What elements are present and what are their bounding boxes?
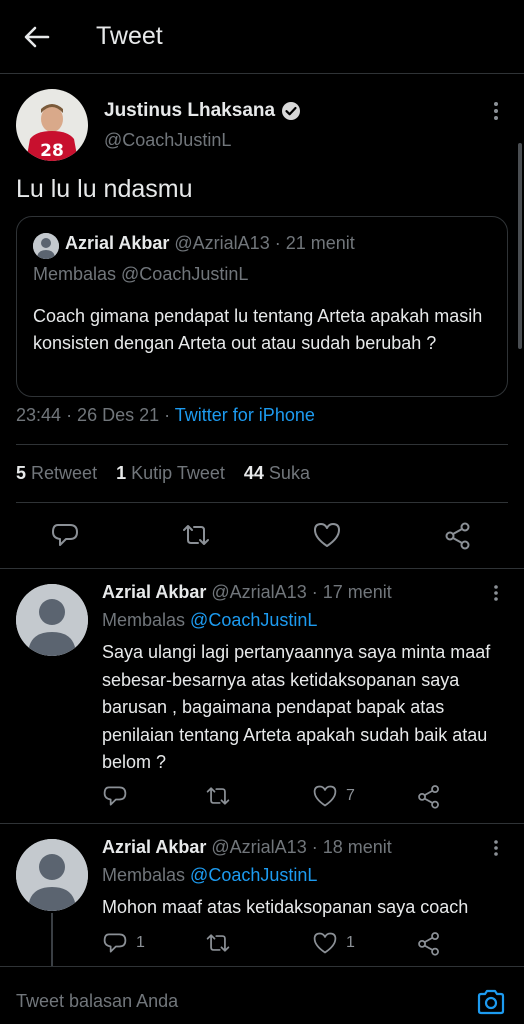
reply-count: 1	[136, 934, 145, 951]
reply-author-name: Azrial Akbar	[102, 582, 207, 602]
tweet-actions	[0, 520, 524, 554]
reply-to-link[interactable]: @CoachJustinL	[190, 865, 317, 885]
retweet-icon[interactable]	[181, 520, 211, 550]
scrollbar[interactable]	[518, 143, 522, 349]
share-icon[interactable]	[443, 520, 473, 550]
divider	[16, 444, 508, 445]
quoted-avatar	[33, 233, 59, 259]
author-name: Justinus Lhaksana	[104, 100, 276, 121]
quoted-author-name: Azrial Akbar	[65, 233, 170, 253]
retweet-icon[interactable]	[205, 930, 239, 956]
jersey-number: 28	[40, 141, 64, 161]
reply-time: · 17 menit	[311, 582, 392, 602]
more-options-icon[interactable]	[488, 100, 504, 122]
quoted-time: · 21 menit	[274, 233, 355, 253]
quoted-reply-to: Membalas @CoachJustinL	[33, 264, 249, 284]
author-avatar[interactable]: 28	[16, 89, 88, 161]
reply-to-line: Membalas @CoachJustinL	[102, 865, 318, 885]
thread-line	[51, 913, 53, 966]
quoted-tweet[interactable]: Azrial Akbar @AzrialA13 · 21 menit Memba…	[16, 216, 508, 397]
like-count: 7	[346, 787, 355, 804]
likes-stat[interactable]: 44 Suka	[244, 463, 310, 483]
retweet-icon[interactable]	[205, 783, 239, 809]
reply-author-handle: @AzrialA13	[211, 582, 307, 602]
share-icon[interactable]	[416, 783, 442, 809]
reply-actions: 1 1	[102, 930, 462, 956]
reply-composer: Tweet balasan Anda	[0, 966, 524, 1024]
top-bar: Tweet	[0, 0, 524, 74]
reply-to-line: Membalas @CoachJustinL	[102, 610, 318, 630]
reply-icon[interactable]	[50, 520, 80, 550]
tweet-source-link[interactable]: Twitter for iPhone	[175, 405, 315, 425]
reply-avatar[interactable]	[16, 839, 88, 911]
back-arrow-icon[interactable]	[22, 22, 52, 52]
author-handle[interactable]: @CoachJustinL	[104, 130, 231, 151]
more-options-icon[interactable]	[488, 584, 504, 604]
reply-tweet[interactable]: Azrial Akbar @AzrialA13 · 17 menit Memba…	[0, 568, 524, 824]
tweet-time: 23:44	[16, 405, 62, 425]
tweet-date: · 26 Des 21 ·	[66, 405, 171, 425]
reply-time: · 18 menit	[311, 837, 392, 857]
reply-text: Mohon maaf atas ketidaksopanan saya coac…	[102, 897, 469, 917]
reply-icon[interactable]	[102, 783, 136, 809]
divider	[16, 502, 508, 503]
reply-avatar[interactable]	[16, 584, 88, 656]
page-title: Tweet	[96, 22, 163, 50]
reply-actions: 7	[102, 783, 462, 809]
tweet-timestamp: 23:44 · 26 Des 21 · Twitter for iPhone	[16, 405, 315, 426]
camera-icon[interactable]	[476, 987, 506, 1017]
reply-author-handle: @AzrialA13	[211, 837, 307, 857]
tweet-text: Lu lu lu ndasmu	[16, 175, 193, 203]
more-options-icon[interactable]	[488, 839, 504, 859]
quoted-author-handle: @AzrialA13	[174, 233, 270, 253]
quoted-text: Coach gimana pendapat lu tentang Arteta …	[33, 306, 483, 353]
tweet-stats: 5 Retweet 1 Kutip Tweet 44 Suka	[16, 463, 310, 484]
reply-to-link[interactable]: @CoachJustinL	[190, 610, 317, 630]
like-count: 1	[346, 934, 355, 951]
reply-tweet[interactable]: Azrial Akbar @AzrialA13 · 18 menit Memba…	[0, 823, 524, 966]
retweets-stat[interactable]: 5 Retweet	[16, 463, 97, 483]
reply-input[interactable]: Tweet balasan Anda	[16, 991, 178, 1012]
like-icon[interactable]	[312, 520, 342, 550]
quote-tweets-stat[interactable]: 1 Kutip Tweet	[116, 463, 225, 483]
reply-author-name: Azrial Akbar	[102, 837, 207, 857]
reply-text: Saya ulangi lagi pertanyaannya saya mint…	[102, 642, 491, 772]
like-icon[interactable]: 7	[312, 783, 355, 809]
author-name-row[interactable]: Justinus Lhaksana	[104, 100, 301, 122]
reply-icon[interactable]: 1	[102, 930, 145, 956]
share-icon[interactable]	[416, 930, 442, 956]
verified-badge-icon	[281, 101, 301, 121]
like-icon[interactable]: 1	[312, 930, 355, 956]
